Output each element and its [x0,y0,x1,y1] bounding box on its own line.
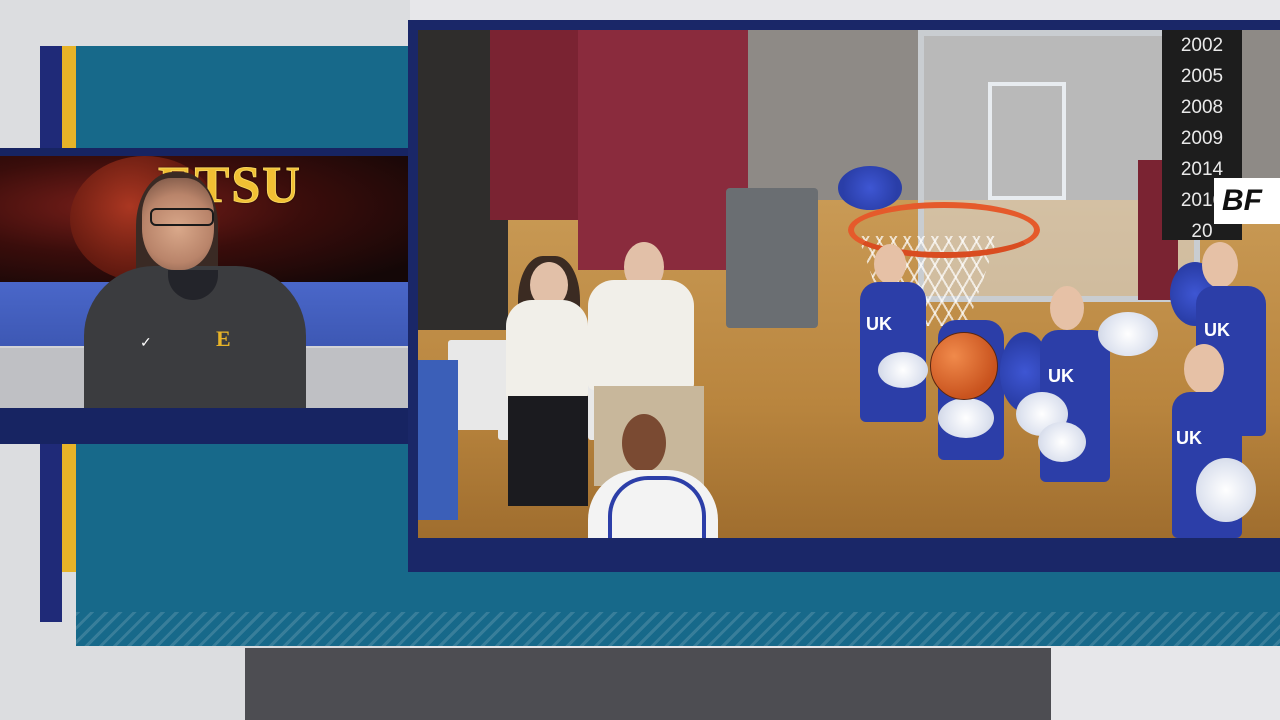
spectator-shirt [506,300,588,400]
white-pompom [1196,458,1256,522]
teal-graphic-top [76,46,410,148]
cheerleader-head [874,244,906,284]
uniform-logo: UK [1048,366,1074,386]
studio-camera-feed: ETSU ✓ E [0,156,408,408]
backboard-target-square [988,82,1066,200]
trash-can [726,188,818,328]
banner-year: 2009 [1180,128,1224,149]
cheerleader-head [1202,242,1238,288]
banner-year: 2002 [1180,35,1224,56]
cheerleader [860,282,926,422]
banner-year: 2005 [1180,66,1224,87]
uniform-logo: UK [1204,320,1230,340]
basketball [930,332,998,400]
studio-camera-frame: ETSU ✓ E [0,148,410,444]
white-pompom [1098,312,1158,356]
guest-glasses [150,208,214,226]
player-head [622,414,666,472]
banner-year: 2008 [1180,97,1224,118]
cheerleader-head [1184,344,1224,394]
white-pompom [878,352,928,388]
basketball-rim [848,202,1040,258]
cheerleader-head [1050,286,1084,330]
game-footage: 2002 2005 2008 2009 2014 2016 20 BF UK U… [418,30,1280,538]
sponsor-sign: BF [1214,178,1280,224]
lower-gray-bar [245,648,1051,720]
gold-stripe-bottom [62,444,76,572]
uniform-logo: UK [866,314,892,334]
wall-pad-large [578,30,748,270]
spectator-pants [508,396,588,506]
nike-swoosh-icon: ✓ [140,334,152,350]
wall-pad [490,30,580,220]
spectator-shirt [588,280,694,390]
jersey-trim [608,476,706,538]
blue-pompom [838,166,902,210]
spectator [418,360,458,520]
gold-stripe-top [62,46,76,148]
uniform-logo: UK [1176,428,1202,448]
white-pompom [1038,422,1086,462]
hatch-pattern [76,612,1280,646]
shirt-e-logo: E [216,326,231,351]
white-pompom [938,398,994,438]
